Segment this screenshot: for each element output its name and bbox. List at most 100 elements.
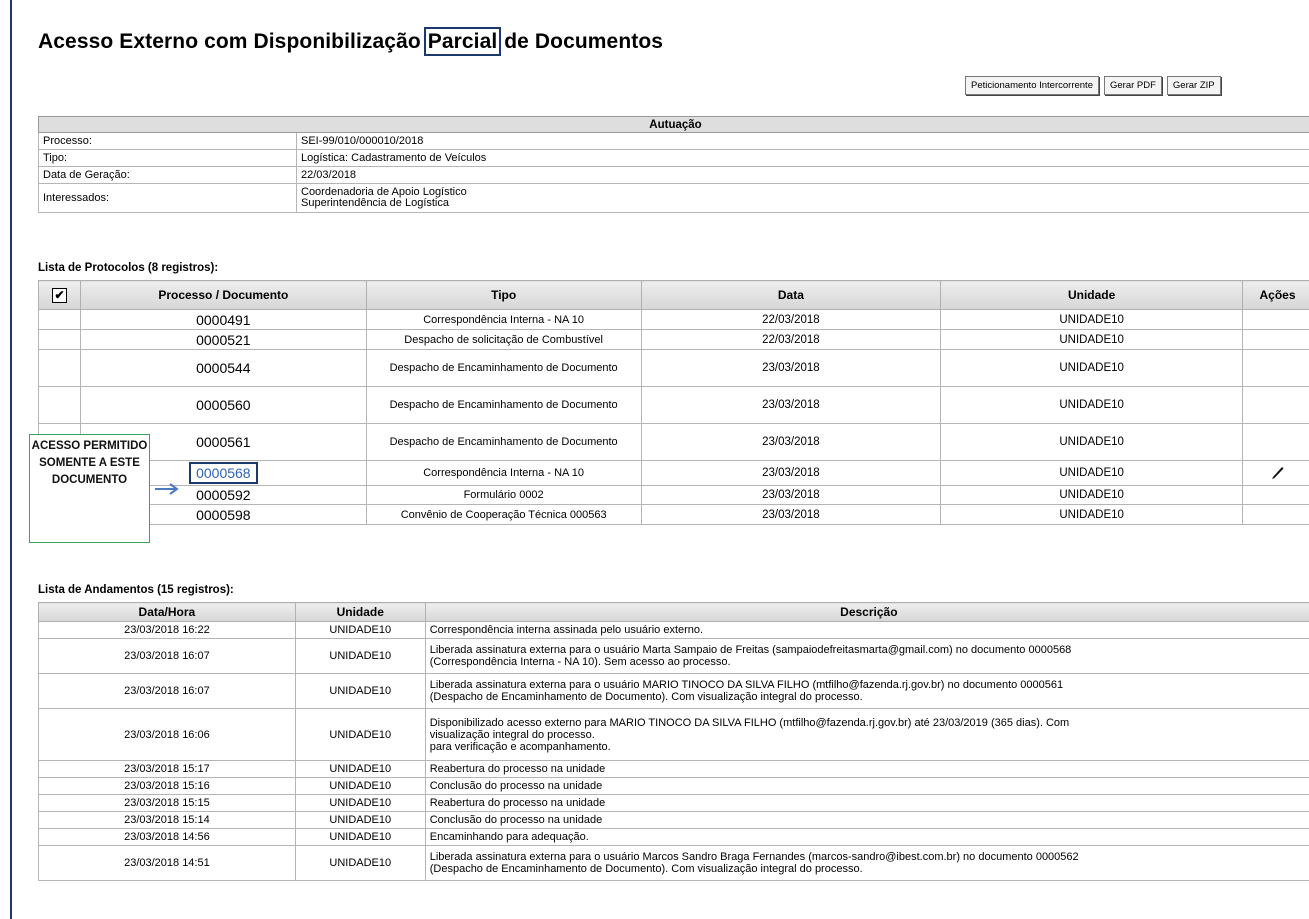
access-callout-box: ACESSO PERMITIDO SOMENTE A ESTE DOCUMENT…	[29, 434, 150, 543]
andamento-unidade: UNIDADE10	[294, 794, 426, 812]
table-row: 0000598 Convênio de Cooperação Técnica 0…	[38, 504, 1309, 525]
andamento-datahora: 23/03/2018 15:16	[38, 777, 296, 795]
andamento-datahora: 23/03/2018 16:22	[38, 621, 296, 639]
data-geracao-value: 22/03/2018	[296, 166, 1309, 184]
column-header-data[interactable]: Data	[640, 280, 942, 310]
document-type: Formulário 0002	[365, 485, 642, 505]
andamento-descricao: Liberada assinatura externa para o usuár…	[424, 845, 1309, 881]
interessado-item: Coordenadoria de Apoio Logístico	[301, 186, 467, 198]
andamentos-table: Data/Hora Unidade Descrição 23/03/2018 1…	[38, 602, 1309, 881]
document-unit: UNIDADE10	[940, 423, 1244, 461]
accessible-document-highlight: 0000568	[189, 462, 258, 484]
select-all-checkbox[interactable]: ✔	[51, 287, 67, 303]
andamento-unidade: UNIDADE10	[294, 673, 426, 709]
andamento-unidade: UNIDADE10	[294, 638, 426, 674]
column-header-descricao[interactable]: Descrição	[424, 602, 1309, 622]
andamento-descricao: Conclusão do processo na unidade	[424, 811, 1309, 829]
document-number: 0000544	[79, 349, 367, 387]
row-actions-cell	[1242, 329, 1309, 350]
andamento-datahora: 23/03/2018 15:17	[38, 760, 296, 778]
tipo-label: Tipo:	[38, 149, 297, 167]
row-actions-cell	[1242, 386, 1309, 424]
andamento-unidade: UNIDADE10	[294, 811, 426, 829]
andamento-unidade: UNIDADE10	[294, 621, 426, 639]
table-row: 23/03/2018 14:56 UNIDADE10 Encaminhando …	[38, 828, 1309, 846]
column-header-documento[interactable]: Processo / Documento	[79, 280, 367, 310]
document-type: Convênio de Cooperação Técnica 000563	[365, 504, 642, 525]
action-toolbar: Peticionamento Intercorrente Gerar PDF G…	[965, 76, 1221, 95]
column-header-unidade[interactable]: Unidade	[294, 602, 426, 622]
andamento-datahora: 23/03/2018 14:56	[38, 828, 296, 846]
processo-label: Processo:	[38, 132, 297, 150]
title-suffix: de Documentos	[498, 30, 664, 53]
document-type: Despacho de Encaminhamento de Documento	[365, 349, 642, 387]
row-checkbox-cell	[38, 349, 81, 387]
andamento-datahora: 23/03/2018 15:14	[38, 811, 296, 829]
andamento-datahora: 23/03/2018 14:51	[38, 845, 296, 881]
row-checkbox-cell	[38, 386, 81, 424]
row-actions-cell	[1242, 504, 1309, 525]
andamento-descricao: Liberada assinatura externa para o usuár…	[424, 638, 1309, 674]
page-title: Acesso Externo com Disponibilização Parc…	[38, 27, 664, 56]
data-geracao-label: Data de Geração:	[38, 166, 297, 184]
document-date: 23/03/2018	[640, 460, 942, 486]
document-type: Despacho de solicitação de Combustível	[365, 329, 642, 350]
page-left-border	[10, 0, 12, 919]
table-row: 0000544 Despacho de Encaminhamento de Do…	[38, 349, 1309, 387]
autuacao-table: Autuação Processo: SEI-99/010/000010/201…	[38, 116, 1309, 213]
andamento-descricao: Reabertura do processo na unidade	[424, 794, 1309, 812]
table-row-accessible: 0000568 Correspondência Interna - NA 10 …	[38, 460, 1309, 486]
document-type: Despacho de Encaminhamento de Documento	[365, 423, 642, 461]
andamento-unidade: UNIDADE10	[294, 777, 426, 795]
interessados-label: Interessados:	[38, 183, 297, 213]
column-header-unidade[interactable]: Unidade	[940, 280, 1244, 310]
column-header-tipo[interactable]: Tipo	[365, 280, 642, 310]
document-type: Correspondência Interna - NA 10	[365, 460, 642, 486]
document-date: 23/03/2018	[640, 504, 942, 525]
document-unit: UNIDADE10	[940, 349, 1244, 387]
andamento-unidade: UNIDADE10	[294, 845, 426, 881]
andamento-unidade: UNIDADE10	[294, 708, 426, 761]
table-row: 23/03/2018 15:16 UNIDADE10 Conclusão do …	[38, 777, 1309, 795]
andamento-datahora: 23/03/2018 16:06	[38, 708, 296, 761]
row-checkbox-cell	[38, 309, 81, 330]
andamento-descricao: Conclusão do processo na unidade	[424, 777, 1309, 795]
autuacao-header: Autuação	[38, 116, 1309, 133]
document-unit: UNIDADE10	[940, 485, 1244, 505]
document-unit: UNIDADE10	[940, 504, 1244, 525]
table-row: 23/03/2018 16:07 UNIDADE10 Liberada assi…	[38, 673, 1309, 709]
title-prefix: Acesso Externo com Disponibilização	[38, 30, 427, 53]
row-actions-cell	[1242, 309, 1309, 330]
document-date: 22/03/2018	[640, 329, 942, 350]
processo-value: SEI-99/010/000010/2018	[296, 132, 1309, 150]
andamento-descricao: Encaminhando para adequação.	[424, 828, 1309, 846]
table-row: 0000560 Despacho de Encaminhamento de Do…	[38, 386, 1309, 424]
document-date: 23/03/2018	[640, 386, 942, 424]
andamento-descricao: Disponibilizado acesso externo para MARI…	[424, 708, 1309, 761]
column-header-datahora[interactable]: Data/Hora	[38, 602, 296, 622]
document-link-0000568[interactable]: 0000568	[196, 465, 251, 481]
document-date: 23/03/2018	[640, 423, 942, 461]
gerar-pdf-button[interactable]: Gerar PDF	[1103, 76, 1162, 95]
andamentos-section-title: Lista de Andamentos (15 registros):	[38, 584, 234, 596]
arrow-right-icon	[155, 483, 179, 495]
andamento-descricao: Reabertura do processo na unidade	[424, 760, 1309, 778]
row-actions-cell	[1242, 485, 1309, 505]
document-number: 0000521	[79, 329, 367, 350]
table-row: 23/03/2018 16:07 UNIDADE10 Liberada assi…	[38, 638, 1309, 674]
gerar-zip-button[interactable]: Gerar ZIP	[1166, 76, 1221, 95]
table-row: 0000592 Formulário 0002 23/03/2018 UNIDA…	[38, 485, 1309, 505]
andamento-descricao: Correspondência interna assinada pelo us…	[424, 621, 1309, 639]
andamento-datahora: 23/03/2018 16:07	[38, 638, 296, 674]
row-actions-cell	[1242, 460, 1309, 486]
document-unit: UNIDADE10	[940, 309, 1244, 330]
document-date: 22/03/2018	[640, 309, 942, 330]
peticionamento-intercorrente-button[interactable]: Peticionamento Intercorrente	[965, 76, 1099, 95]
interessados-value: Coordenadoria de Apoio Logístico Superin…	[296, 183, 1309, 213]
table-row: 0000521 Despacho de solicitação de Combu…	[38, 329, 1309, 350]
document-type: Correspondência Interna - NA 10	[365, 309, 642, 330]
protocolos-section-title: Lista de Protocolos (8 registros):	[38, 262, 219, 274]
pen-icon[interactable]	[1270, 464, 1286, 480]
andamento-unidade: UNIDADE10	[294, 828, 426, 846]
andamento-descricao: Liberada assinatura externa para o usuár…	[424, 673, 1309, 709]
